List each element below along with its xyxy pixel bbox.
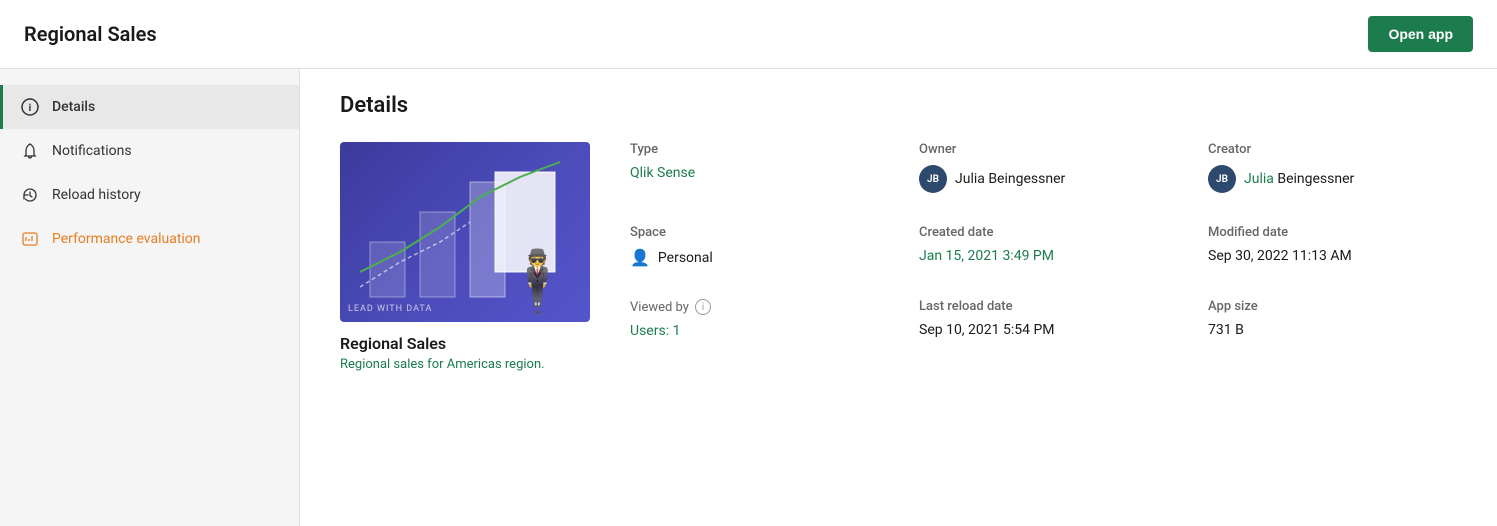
type-cell: Type Qlik Sense bbox=[630, 142, 879, 193]
app-size-label: App size bbox=[1208, 299, 1457, 314]
app-thumbnail: 🕴 LEAD WITH DATA bbox=[340, 142, 590, 322]
created-date-value: Jan 15, 2021 3:49 PM bbox=[919, 248, 1168, 264]
creator-cell: Creator JB Julia Beingessner bbox=[1208, 142, 1457, 193]
created-date-cell: Created date Jan 15, 2021 3:49 PM bbox=[919, 225, 1168, 267]
owner-name: Julia Beingessner bbox=[955, 171, 1065, 187]
info-icon: i bbox=[20, 97, 40, 117]
open-app-button[interactable]: Open app bbox=[1368, 16, 1473, 52]
header: Regional Sales Open app bbox=[0, 0, 1497, 69]
sidebar: i Details Notifications Rel bbox=[0, 69, 300, 526]
last-reload-value: Sep 10, 2021 5:54 PM bbox=[919, 322, 1168, 338]
svg-text:i: i bbox=[29, 103, 32, 114]
users-count: 1 bbox=[673, 323, 681, 339]
gauge-icon bbox=[20, 229, 40, 249]
sidebar-item-performance-label: Performance evaluation bbox=[52, 231, 201, 247]
creator-name-first: Julia bbox=[1244, 171, 1274, 187]
sidebar-item-details[interactable]: i Details bbox=[0, 85, 299, 129]
sidebar-item-notifications-label: Notifications bbox=[52, 143, 132, 159]
person-icon: 👤 bbox=[630, 248, 650, 267]
app-size-cell: App size 731 B bbox=[1208, 299, 1457, 339]
history-icon bbox=[20, 185, 40, 205]
app-name: Regional Sales bbox=[340, 334, 590, 353]
details-content: 🕴 LEAD WITH DATA Regional Sales Regional… bbox=[340, 142, 1457, 372]
viewed-by-label: Viewed by i bbox=[630, 299, 879, 315]
sidebar-item-performance-evaluation[interactable]: Performance evaluation bbox=[0, 217, 299, 261]
space-cell: Space 👤 Personal bbox=[630, 225, 879, 267]
creator-name: Julia Beingessner bbox=[1244, 171, 1354, 187]
type-label: Type bbox=[630, 142, 879, 157]
modified-date-label: Modified date bbox=[1208, 225, 1457, 240]
users-value: Users: 1 bbox=[630, 323, 879, 339]
creator-name-last: Beingessner bbox=[1277, 171, 1354, 187]
owner-row: JB Julia Beingessner bbox=[919, 165, 1168, 193]
modified-date-value: Sep 30, 2022 11:13 AM bbox=[1208, 248, 1457, 264]
main-content: Details bbox=[300, 69, 1497, 526]
last-reload-label: Last reload date bbox=[919, 299, 1168, 314]
type-value: Qlik Sense bbox=[630, 165, 879, 181]
sidebar-item-reload-history[interactable]: Reload history bbox=[0, 173, 299, 217]
last-reload-cell: Last reload date Sep 10, 2021 5:54 PM bbox=[919, 299, 1168, 339]
page-title: Regional Sales bbox=[24, 22, 157, 46]
app-size-value: 731 B bbox=[1208, 322, 1457, 338]
space-value: Personal bbox=[658, 250, 713, 266]
viewed-by-cell: Viewed by i Users: 1 bbox=[630, 299, 879, 339]
creator-row: JB Julia Beingessner bbox=[1208, 165, 1457, 193]
space-row: 👤 Personal bbox=[630, 248, 879, 267]
sidebar-item-details-label: Details bbox=[52, 99, 95, 115]
main-layout: i Details Notifications Rel bbox=[0, 69, 1497, 526]
creator-label: Creator bbox=[1208, 142, 1457, 157]
users-label: Users: bbox=[630, 323, 669, 339]
app-card: 🕴 LEAD WITH DATA Regional Sales Regional… bbox=[340, 142, 590, 372]
app-description: Regional sales for Americas region. bbox=[340, 357, 590, 372]
info-grid: Type Qlik Sense Owner JB Julia Beingessn… bbox=[630, 142, 1457, 372]
thumbnail-label: LEAD WITH DATA bbox=[348, 304, 432, 314]
sidebar-item-reload-history-label: Reload history bbox=[52, 187, 141, 203]
owner-cell: Owner JB Julia Beingessner bbox=[919, 142, 1168, 193]
created-date-label: Created date bbox=[919, 225, 1168, 240]
section-title: Details bbox=[340, 93, 1457, 118]
bell-icon bbox=[20, 141, 40, 161]
modified-date-cell: Modified date Sep 30, 2022 11:13 AM bbox=[1208, 225, 1457, 267]
info-circle-icon[interactable]: i bbox=[695, 299, 711, 315]
space-label: Space bbox=[630, 225, 879, 240]
owner-avatar: JB bbox=[919, 165, 947, 193]
sidebar-item-notifications[interactable]: Notifications bbox=[0, 129, 299, 173]
creator-avatar: JB bbox=[1208, 165, 1236, 193]
owner-label: Owner bbox=[919, 142, 1168, 157]
